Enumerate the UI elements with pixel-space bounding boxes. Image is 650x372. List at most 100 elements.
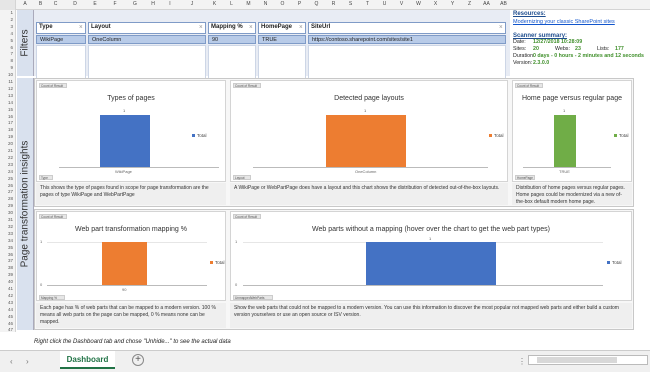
column-header[interactable]: X	[427, 1, 444, 7]
row-header[interactable]: 41	[0, 286, 15, 291]
axis-field-chip[interactable]: Type	[39, 175, 53, 180]
prev-sheet-icon[interactable]: ‹	[10, 357, 13, 366]
row-header[interactable]: 22	[0, 155, 15, 160]
filter-layout[interactable]: Layout ⨯	[88, 22, 206, 34]
filter-clear-icon[interactable]: ⨯	[199, 24, 203, 30]
select-all-corner[interactable]	[0, 0, 16, 10]
add-sheet-icon[interactable]: +	[132, 354, 144, 366]
column-header[interactable]: W	[410, 1, 427, 7]
axis-field-chip[interactable]: Mapping %	[39, 295, 65, 300]
filter-clear-icon[interactable]: ⨯	[79, 24, 83, 30]
column-header[interactable]: Y	[444, 1, 461, 7]
column-header[interactable]: M	[240, 1, 257, 7]
row-header[interactable]: 47	[0, 327, 15, 332]
column-header[interactable]: U	[376, 1, 393, 7]
filter-clear-icon[interactable]: ⨯	[299, 24, 303, 30]
column-header[interactable]: Z	[461, 1, 478, 7]
row-header[interactable]: 9	[0, 65, 15, 70]
bar-90[interactable]	[102, 242, 147, 285]
row-header[interactable]: 7	[0, 51, 15, 56]
column-header[interactable]: J	[178, 1, 206, 7]
column-header[interactable]: L	[223, 1, 240, 7]
row-header[interactable]: 40	[0, 279, 15, 284]
row-header[interactable]: 35	[0, 245, 15, 250]
column-header[interactable]: Q	[308, 1, 325, 7]
bar-unmapped[interactable]	[366, 242, 496, 285]
row-header[interactable]: 46	[0, 321, 15, 326]
column-header[interactable]: C	[47, 1, 64, 7]
field-chip[interactable]: Count of Result	[39, 214, 67, 219]
row-header[interactable]: 10	[0, 72, 15, 77]
column-header[interactable]: O	[274, 1, 291, 7]
field-chip[interactable]: Count of Result	[233, 83, 261, 88]
row-header[interactable]: 16	[0, 114, 15, 119]
column-header[interactable]: B	[34, 1, 47, 7]
row-header[interactable]: 8	[0, 58, 15, 63]
chart-page-layouts[interactable]: Count of Result Detected page layouts 1 …	[230, 80, 508, 182]
row-header[interactable]: 42	[0, 293, 15, 298]
row-header[interactable]: 31	[0, 217, 15, 222]
filter-type[interactable]: Type ⨯	[36, 22, 86, 34]
chart-mapping-percent[interactable]: Count of Result Web part transformation …	[36, 211, 226, 301]
column-header[interactable]: P	[291, 1, 308, 7]
column-header[interactable]: A	[16, 1, 34, 7]
tab-dashboard[interactable]: Dashboard	[60, 351, 115, 369]
filter-homepage-value[interactable]: TRUE	[258, 35, 306, 44]
row-header[interactable]: 23	[0, 162, 15, 167]
next-sheet-icon[interactable]: ›	[26, 357, 29, 366]
scrollbar-thumb[interactable]	[537, 357, 617, 363]
row-header[interactable]: 20	[0, 141, 15, 146]
row-header[interactable]: 14	[0, 100, 15, 105]
column-header[interactable]: S	[342, 1, 359, 7]
horizontal-scrollbar[interactable]	[528, 355, 648, 365]
row-header[interactable]: 37	[0, 258, 15, 263]
filter-layout-value[interactable]: OneColumn	[88, 35, 206, 44]
filter-siteurl[interactable]: SiteUrl ⨯	[308, 22, 506, 34]
bar-true[interactable]	[554, 115, 576, 167]
row-header[interactable]: 15	[0, 107, 15, 112]
column-header[interactable]: D	[64, 1, 86, 7]
row-header[interactable]: 39	[0, 272, 15, 277]
axis-field-chip[interactable]: UnmappedWebParts	[233, 295, 273, 300]
row-header[interactable]: 13	[0, 93, 15, 98]
filter-mapping-value[interactable]: 90	[208, 35, 256, 44]
row-header[interactable]: 25	[0, 176, 15, 181]
row-header[interactable]: 30	[0, 210, 15, 215]
column-header[interactable]: N	[257, 1, 274, 7]
row-header[interactable]: 11	[0, 79, 15, 84]
row-header[interactable]: 34	[0, 238, 15, 243]
row-header[interactable]: 27	[0, 189, 15, 194]
row-header[interactable]: 18	[0, 127, 15, 132]
row-header[interactable]: 19	[0, 134, 15, 139]
filter-mapping[interactable]: Mapping % ⨯	[208, 22, 256, 34]
row-header[interactable]: 17	[0, 120, 15, 125]
row-header[interactable]: 28	[0, 196, 15, 201]
filter-clear-icon[interactable]: ⨯	[249, 24, 253, 30]
row-header[interactable]: 21	[0, 148, 15, 153]
column-header[interactable]: AB	[495, 1, 512, 7]
column-header[interactable]: G	[126, 1, 144, 7]
filter-type-value[interactable]: WikiPage	[36, 35, 86, 44]
row-header[interactable]: 43	[0, 300, 15, 305]
row-header[interactable]: 5	[0, 38, 15, 43]
row-header[interactable]: 38	[0, 265, 15, 270]
row-header[interactable]: 1	[0, 10, 15, 15]
column-header[interactable]: K	[206, 1, 223, 7]
column-header[interactable]: V	[393, 1, 410, 7]
modernizing-link[interactable]: Modernizing your classic SharePoint site…	[513, 19, 650, 25]
row-header[interactable]: 45	[0, 314, 15, 319]
chart-unmapped-webparts[interactable]: Count of Result Web parts without a mapp…	[230, 211, 632, 301]
scroll-more-icon[interactable]: ⋮	[518, 357, 526, 366]
chart-types-of-pages[interactable]: Count of Result Types of pages 1 WikiPag…	[36, 80, 226, 182]
column-header[interactable]: F	[104, 1, 126, 7]
row-header[interactable]: 36	[0, 252, 15, 257]
row-header[interactable]: 44	[0, 307, 15, 312]
filter-siteurl-value[interactable]: https://contoso.sharepoint.com/sites/sit…	[308, 35, 506, 44]
bar-wikipage[interactable]	[100, 115, 150, 167]
column-header[interactable]: I	[162, 1, 178, 7]
column-header[interactable]: T	[359, 1, 376, 7]
chart-home-vs-regular[interactable]: Count of Result Home page versus regular…	[512, 80, 632, 182]
row-header[interactable]: 24	[0, 169, 15, 174]
column-header[interactable]: H	[144, 1, 162, 7]
column-header[interactable]: AA	[478, 1, 495, 7]
